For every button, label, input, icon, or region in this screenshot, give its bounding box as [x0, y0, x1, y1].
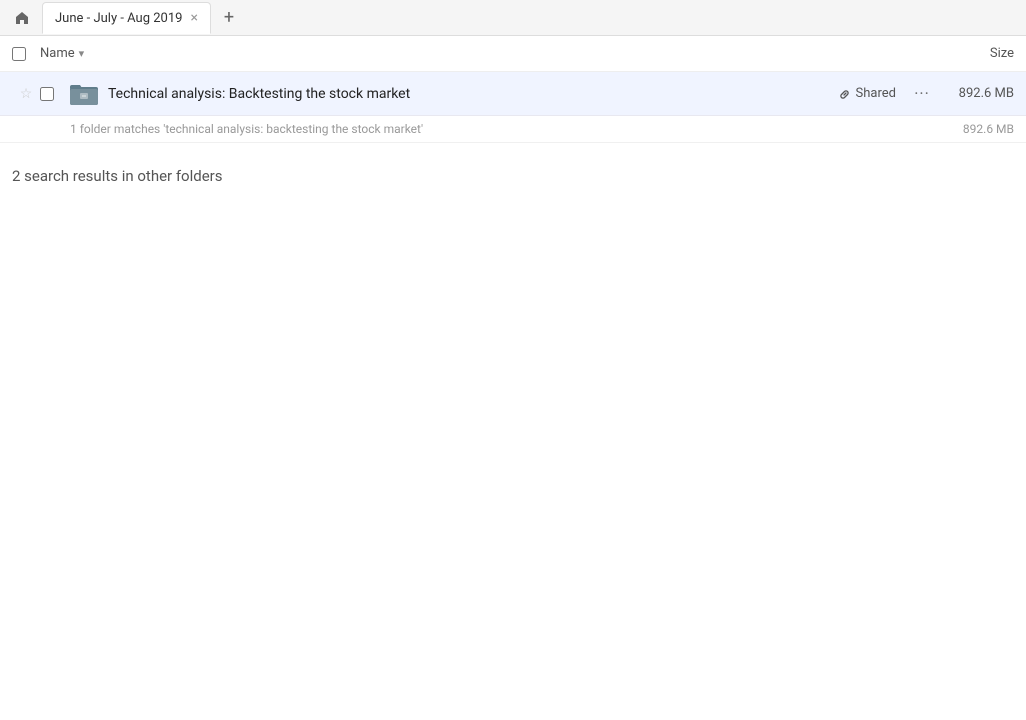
tab-bar: June - July - Aug 2019 × +	[0, 0, 1026, 36]
column-header: Name ▾ Size	[0, 36, 1026, 72]
size-column-label: Size	[990, 46, 1014, 61]
other-results-label: 2 search results in other folders	[0, 143, 1026, 197]
home-icon	[14, 10, 30, 26]
shared-badge: Shared	[838, 86, 896, 101]
match-info-row: 1 folder matches 'technical analysis: ba…	[0, 116, 1026, 143]
star-icon: ☆	[20, 86, 33, 102]
shared-label: Shared	[856, 86, 896, 101]
tab-close-icon[interactable]: ×	[190, 10, 197, 26]
folder-icon	[68, 78, 100, 110]
name-column-header[interactable]: Name ▾	[40, 46, 934, 61]
folder-icon-svg	[70, 83, 98, 105]
star-button[interactable]: ☆	[12, 80, 40, 108]
select-all-checkbox[interactable]	[12, 47, 40, 61]
link-icon	[838, 87, 852, 101]
file-checkbox[interactable]	[40, 87, 64, 101]
new-tab-button[interactable]: +	[215, 4, 243, 32]
chevron-down-icon: ▾	[79, 47, 85, 60]
size-column-header: Size	[934, 46, 1014, 61]
more-options-button[interactable]: ···	[908, 80, 936, 108]
select-all-input[interactable]	[12, 47, 26, 61]
more-options-icon: ···	[914, 84, 930, 103]
file-row[interactable]: ☆ Technical analysis: Backtesting the st…	[0, 72, 1026, 116]
home-button[interactable]	[8, 4, 36, 32]
match-size: 892.6 MB	[944, 122, 1014, 136]
match-text: 1 folder matches 'technical analysis: ba…	[70, 122, 944, 136]
file-select-input[interactable]	[40, 87, 54, 101]
file-name: Technical analysis: Backtesting the stoc…	[108, 86, 838, 102]
file-size: 892.6 MB	[944, 86, 1014, 101]
tab-label: June - July - Aug 2019	[55, 11, 182, 26]
active-tab[interactable]: June - July - Aug 2019 ×	[42, 2, 211, 34]
name-column-label: Name	[40, 46, 75, 61]
